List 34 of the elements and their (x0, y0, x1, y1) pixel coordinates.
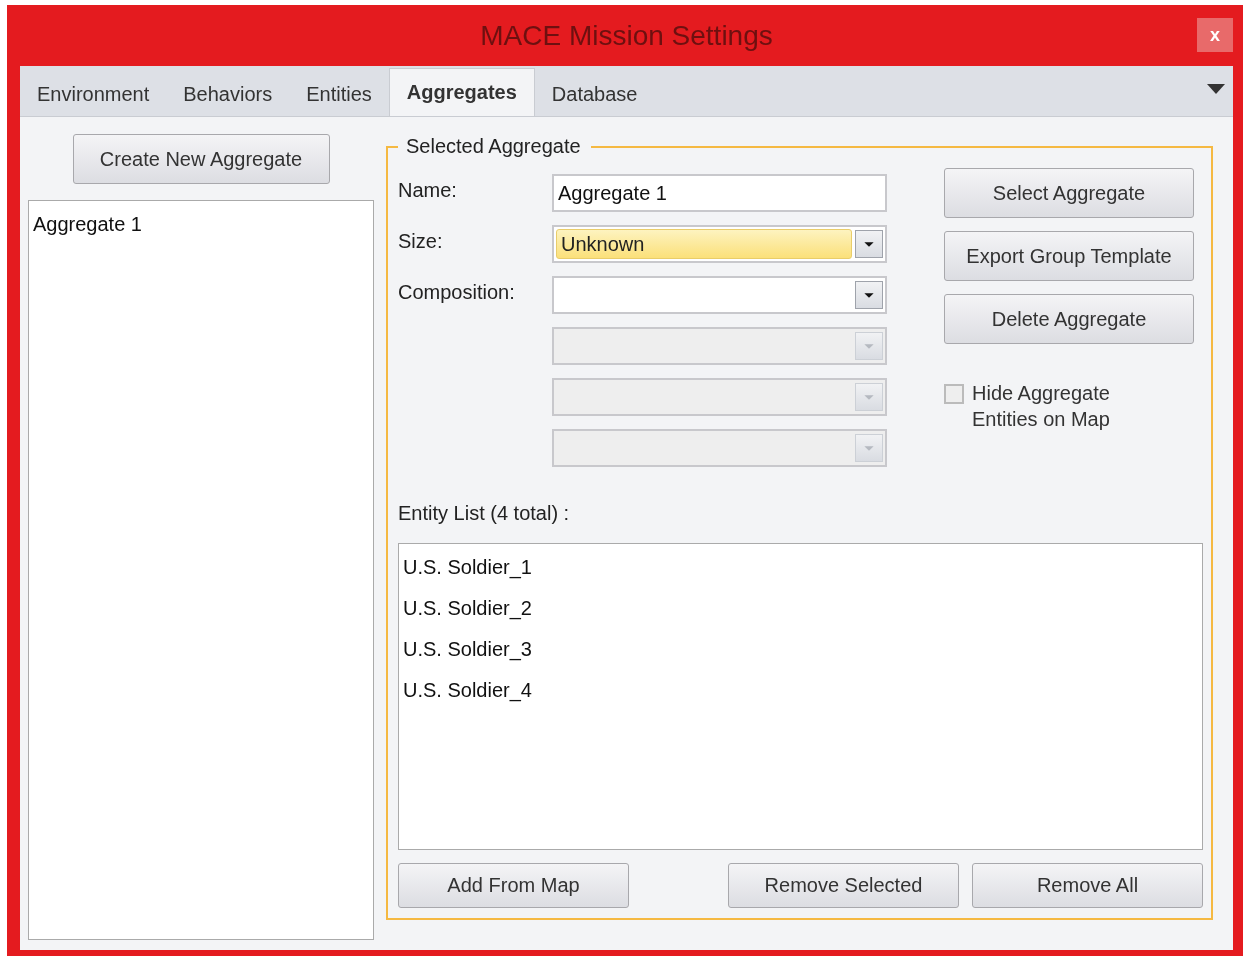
entity-list-label: Entity List (4 total) : (398, 502, 571, 525)
caret-icon (855, 332, 883, 360)
window-title: MACE Mission Settings (480, 19, 773, 52)
tab[interactable]: Behaviors (166, 72, 290, 116)
group-title: Selected Aggregate (405, 135, 582, 158)
action-button[interactable]: Delete Aggregate (944, 294, 1194, 344)
field-label: Name: (398, 178, 458, 202)
caret-icon (855, 383, 883, 411)
tab[interactable]: Database (534, 72, 655, 116)
action-button[interactable]: Remove All (972, 863, 1203, 908)
field-label: Composition: (398, 280, 516, 304)
caret-icon (855, 281, 883, 309)
tab[interactable]: Environment (20, 72, 167, 116)
name-field[interactable]: Aggregate 1 (552, 174, 887, 212)
tab[interactable]: Aggregates (388, 68, 535, 116)
field-label: Size: (398, 229, 444, 253)
action-button[interactable]: Select Aggregate (944, 168, 1194, 218)
list-item[interactable]: U.S. Soldier_4 (402, 677, 533, 704)
caret-icon (855, 230, 883, 258)
create-aggregate-button[interactable]: Create New Aggregate (72, 134, 330, 184)
action-button[interactable]: Remove Selected (728, 863, 959, 908)
dropdown-arrow-icon[interactable] (1207, 83, 1225, 95)
action-button[interactable]: Export Group Template (944, 231, 1194, 281)
caret-icon (855, 434, 883, 462)
tab[interactable]: Entities (289, 72, 389, 116)
checkbox[interactable] (944, 384, 964, 404)
list-item[interactable]: U.S. Soldier_1 (402, 554, 533, 581)
list-item[interactable]: U.S. Soldier_2 (402, 595, 533, 622)
dropdown-field[interactable] (552, 276, 887, 314)
list-item[interactable]: Aggregate 1 (32, 211, 143, 238)
list-item[interactable]: U.S. Soldier_3 (402, 636, 533, 663)
checkbox-label: Hide Aggregate Entities on Map (972, 381, 1111, 432)
dropdown-field[interactable]: Unknown (552, 225, 887, 263)
action-button[interactable]: Add From Map (398, 863, 629, 908)
